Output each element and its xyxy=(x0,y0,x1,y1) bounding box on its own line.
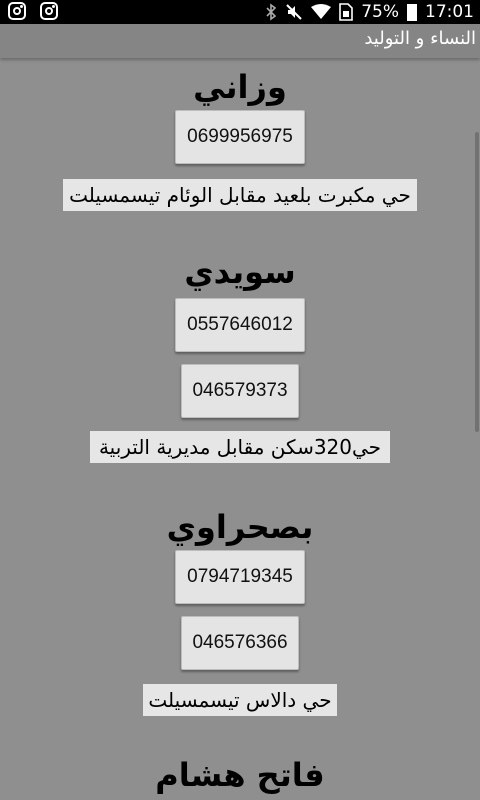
doctor-name: بصحراوي xyxy=(166,508,314,546)
app-title: النساء و التوليد xyxy=(364,28,476,49)
instagram-icon xyxy=(40,2,58,20)
sim-icon xyxy=(339,3,354,21)
call-button[interactable]: 0794719345 xyxy=(175,550,305,604)
bluetooth-icon xyxy=(266,3,277,21)
call-button[interactable]: 0699956975 xyxy=(175,110,305,164)
mute-icon xyxy=(286,4,302,20)
scrollbar[interactable] xyxy=(475,132,479,432)
status-bar: 75% 17:01 xyxy=(0,0,480,24)
battery-percent: 75% xyxy=(361,2,399,22)
instagram-icon xyxy=(8,2,26,20)
doctor-address: حي دالاس تيسمسيلت xyxy=(143,684,337,716)
status-left xyxy=(8,2,58,20)
call-button[interactable]: 046576366 xyxy=(181,616,299,670)
status-right: 75% 17:01 xyxy=(265,0,474,24)
clock: 17:01 xyxy=(425,2,474,22)
app-bar: النساء و التوليد xyxy=(0,24,480,58)
doctor-name: وزاني xyxy=(193,68,287,106)
doctor-list[interactable]: وزاني 0699956975 حي مكبرت بلعيد مقابل ال… xyxy=(0,58,480,800)
doctor-address: حي320سكن مقابل مديرية التربية xyxy=(90,431,390,463)
call-button[interactable]: 0557646012 xyxy=(175,298,305,352)
call-button[interactable]: 046579373 xyxy=(181,364,299,418)
doctor-address: حي مكبرت بلعيد مقابل الوئام تيسمسيلت xyxy=(63,179,417,211)
doctor-name: سويدي xyxy=(184,253,296,291)
battery-icon xyxy=(407,3,417,21)
wifi-icon xyxy=(311,4,332,19)
doctor-name: فاتح هشام xyxy=(155,756,325,794)
